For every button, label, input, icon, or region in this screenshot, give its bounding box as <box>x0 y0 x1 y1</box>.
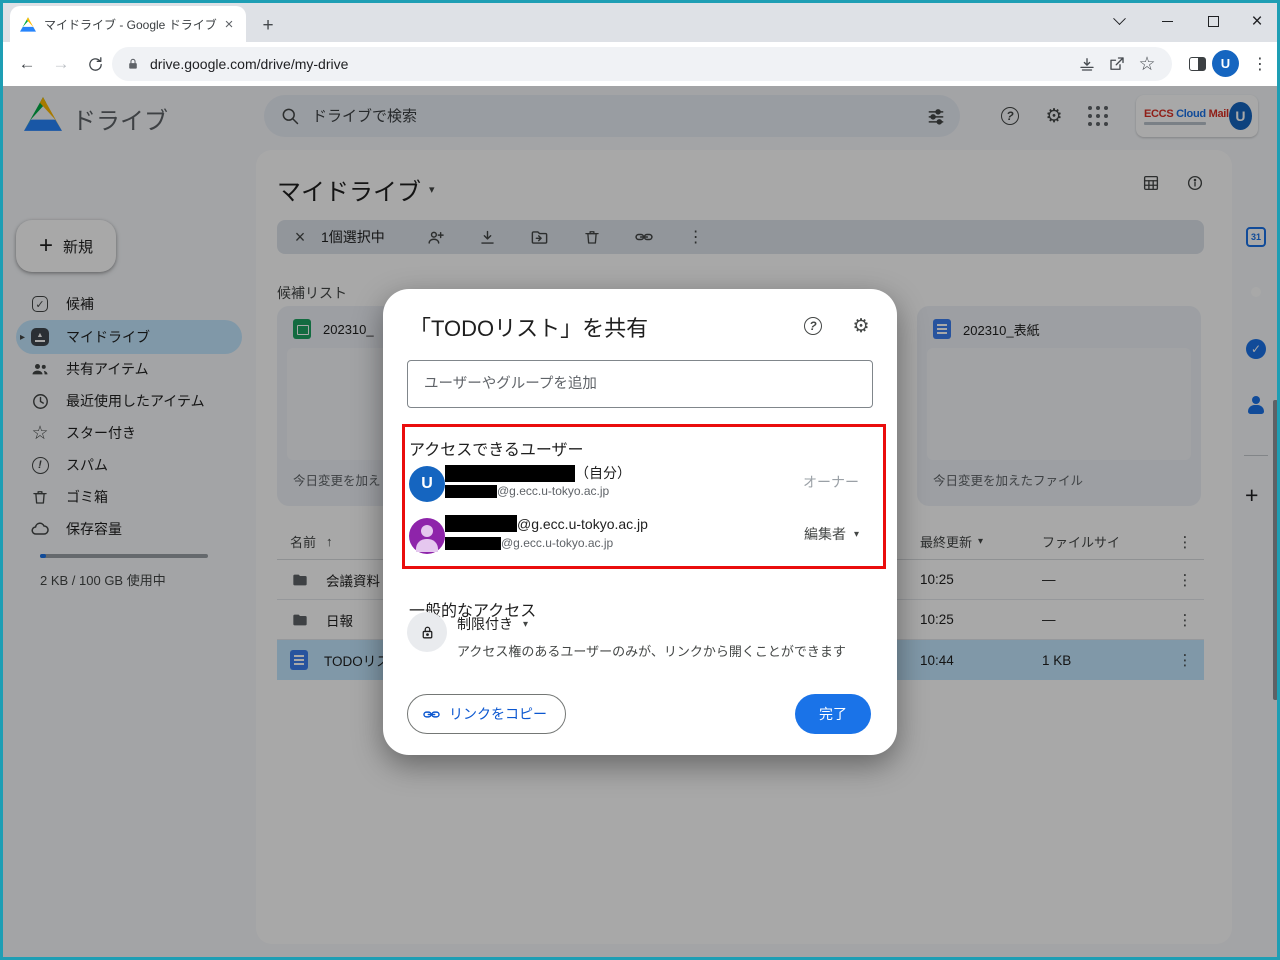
browser-tab[interactable]: マイドライブ - Google ドライブ × <box>10 6 246 42</box>
drive-favicon <box>20 17 36 32</box>
chevron-down-icon: ▾ <box>523 619 528 630</box>
new-tab-button[interactable]: + <box>256 14 280 38</box>
chevron-down-icon: ▾ <box>854 529 859 540</box>
window-maximize-button[interactable] <box>1198 8 1228 34</box>
redacted-email <box>445 485 497 498</box>
share-page-icon[interactable] <box>1102 49 1132 79</box>
side-panel-icon[interactable] <box>1182 49 1212 79</box>
browser-tab-strip: マイドライブ - Google ドライブ × + × <box>0 0 1280 42</box>
email-domain: @g.ecc.u-tokyo.ac.jp <box>517 516 648 532</box>
redacted-email <box>445 537 501 550</box>
window-minimize-button[interactable] <box>1152 8 1182 34</box>
role-editor-dropdown[interactable]: 編集者 ▾ <box>804 524 859 544</box>
done-button[interactable]: 完了 <box>795 694 871 734</box>
tab-search-chevron-icon[interactable] <box>1104 8 1134 34</box>
email-domain: @g.ecc.u-tokyo.ac.jp <box>497 484 609 498</box>
browser-profile-avatar[interactable]: U <box>1212 50 1239 77</box>
self-note: （自分） <box>575 463 631 483</box>
people-with-access-heading: アクセスできるユーザー <box>409 436 584 460</box>
link-icon <box>422 705 441 724</box>
url-bar[interactable]: drive.google.com/drive/my-drive ☆ <box>112 47 1172 81</box>
back-button[interactable]: ← <box>12 49 42 79</box>
lock-icon <box>126 57 140 71</box>
tab-title: マイドライブ - Google ドライブ <box>44 16 220 33</box>
copy-link-button[interactable]: リンクをコピー <box>407 694 566 734</box>
user-row-owner[interactable]: U （自分） @g.ecc.u-tokyo.ac.jp オーナー <box>407 460 873 512</box>
user-avatar <box>409 518 445 554</box>
dialog-help-icon[interactable]: ? <box>797 310 829 342</box>
access-description: アクセス権のあるユーザーのみが、リンクから開くことができます <box>457 641 846 660</box>
share-dialog: 「TODOリスト」を共有 ? ⚙ アクセスできるユーザー U （自分） @g.e… <box>383 289 897 755</box>
role-owner-label: オーナー <box>803 472 859 492</box>
reload-button[interactable] <box>80 49 110 79</box>
email-domain: @g.ecc.u-tokyo.ac.jp <box>501 536 613 550</box>
tab-close-icon[interactable]: × <box>220 15 238 33</box>
redacted-name <box>445 515 517 532</box>
user-row-editor[interactable]: @g.ecc.u-tokyo.ac.jp @g.ecc.u-tokyo.ac.j… <box>407 512 873 564</box>
browser-toolbar: ← → drive.google.com/drive/my-drive ☆ U … <box>0 42 1280 86</box>
add-people-input[interactable] <box>407 360 873 408</box>
dialog-settings-gear-icon[interactable]: ⚙ <box>845 310 877 342</box>
screen: マイドライブ - Google ドライブ × + × ← → drive.goo… <box>0 0 1280 960</box>
redacted-name <box>445 465 575 482</box>
download-page-icon[interactable] <box>1072 49 1102 79</box>
window-close-button[interactable]: × <box>1242 8 1272 34</box>
access-level-dropdown[interactable]: 制限付き ▾ <box>457 614 528 634</box>
url-text: drive.google.com/drive/my-drive <box>150 56 1072 72</box>
user-avatar: U <box>409 466 445 502</box>
forward-button[interactable]: → <box>46 49 76 79</box>
bookmark-star-icon[interactable]: ☆ <box>1132 49 1162 79</box>
browser-menu-icon[interactable]: ⋮ <box>1246 49 1274 79</box>
dialog-title: 「TODOリスト」を共有 <box>409 311 648 343</box>
lock-icon <box>407 612 447 652</box>
